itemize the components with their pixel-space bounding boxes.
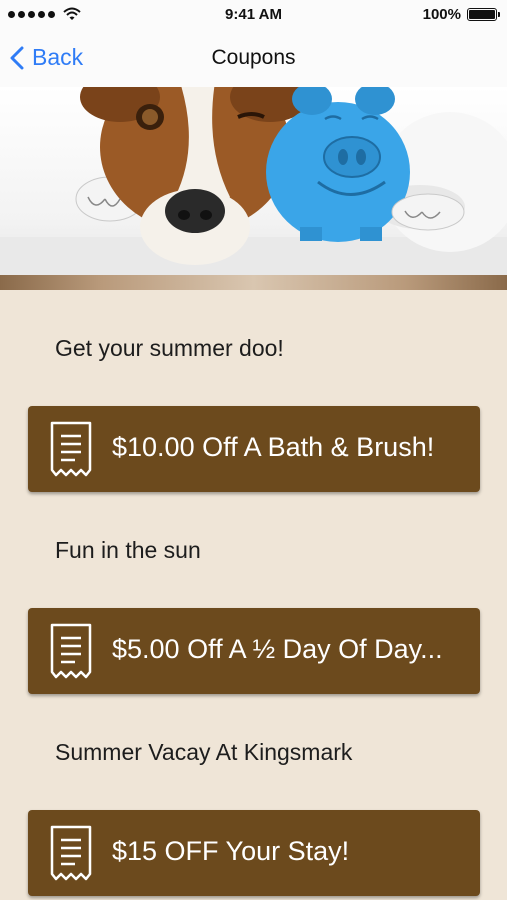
coupon-button[interactable]: $5.00 Off A ½ Day Of Day... <box>28 608 480 694</box>
coupon-label: Get your summer doo! <box>55 335 284 361</box>
coupon-label: Summer Vacay At Kingsmark <box>55 739 353 765</box>
coupon-title: $5.00 Off A ½ Day Of Day... <box>112 634 443 664</box>
receipt-icon <box>50 421 92 477</box>
coupon-title: $10.00 Off A Bath & Brush! <box>112 432 435 462</box>
receipt-icon <box>50 825 92 881</box>
battery-percent: 100% <box>422 6 461 23</box>
hero-divider <box>0 275 507 290</box>
coupon-button[interactable]: $10.00 Off A Bath & Brush! <box>28 406 480 492</box>
coupon-label: Fun in the sun <box>55 537 201 563</box>
coupon-title: $15 OFF Your Stay! <box>112 836 350 866</box>
coupon-button[interactable]: $15 OFF Your Stay! <box>28 810 480 896</box>
receipt-icon <box>50 623 92 679</box>
status-bar: 9:41 AM 100% <box>0 0 507 30</box>
hero-image <box>0 87 507 275</box>
navigation-bar: Back Coupons <box>0 30 507 88</box>
page-title: Coupons <box>211 46 296 69</box>
battery-icon <box>467 8 500 21</box>
